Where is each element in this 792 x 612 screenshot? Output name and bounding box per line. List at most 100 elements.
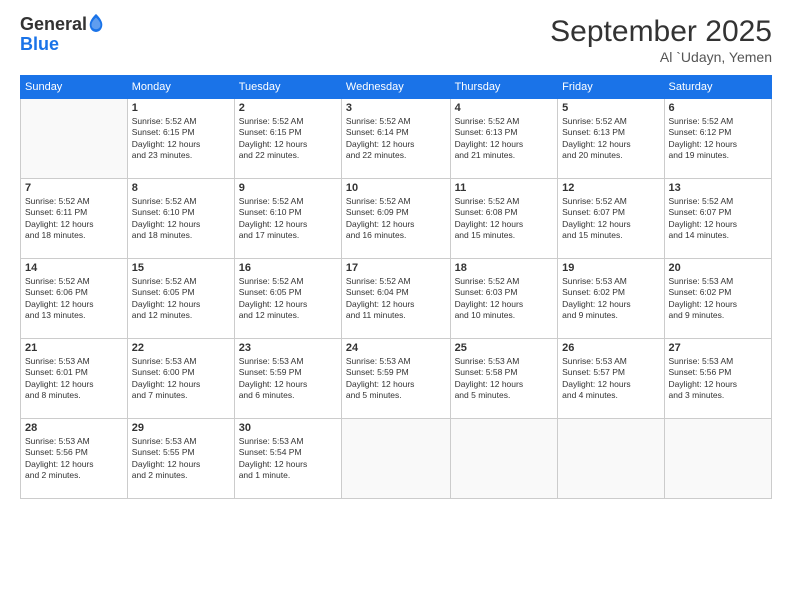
day-info: Sunrise: 5:52 AM Sunset: 6:07 PM Dayligh… (669, 196, 767, 242)
day-number: 16 (239, 262, 337, 274)
calendar-cell: 25 Sunrise: 5:53 AM Sunset: 5:58 PM Dayli… (450, 339, 558, 419)
calendar-cell: 19 Sunrise: 5:53 AM Sunset: 6:02 PM Dayli… (558, 259, 664, 339)
calendar-cell: 16Sunrise: 5:52 AM Sunset: 6:05 PM Dayli… (234, 259, 341, 339)
col-thursday: Thursday (450, 76, 558, 99)
day-number: 17 (346, 262, 446, 274)
day-info: Sunrise: 5:52 AM Sunset: 6:08 PM Dayligh… (455, 196, 554, 242)
day-number: 15 (132, 262, 230, 274)
day-info: Sunrise: 5:53 AM Sunset: 6:01 PM Dayligh… (25, 356, 123, 402)
calendar-cell: 2 Sunrise: 5:52 AM Sunset: 6:15 PM Daylig… (234, 99, 341, 179)
day-number: 21 (25, 342, 123, 354)
day-info: Sunrise: 5:52 AM Sunset: 6:10 PM Dayligh… (132, 196, 230, 242)
calendar-cell: 15 Sunrise: 5:52 AM Sunset: 6:05 PM Dayli… (127, 259, 234, 339)
day-number: 3 (346, 102, 446, 114)
col-tuesday: Tuesday (234, 76, 341, 99)
day-info: Sunrise: 5:52 AM Sunset: 6:12 PM Dayligh… (669, 116, 767, 162)
day-info: Sunrise: 5:53 AM Sunset: 6:02 PM Dayligh… (669, 276, 767, 322)
day-number: 8 (132, 182, 230, 194)
calendar-cell: 26 Sunrise: 5:53 AM Sunset: 5:57 PM Dayli… (558, 339, 664, 419)
week-row-2: 7 Sunrise: 5:52 AM Sunset: 6:11 PM Daylig… (21, 179, 772, 259)
day-number: 27 (669, 342, 767, 354)
location: Al `Udayn, Yemen (550, 49, 772, 65)
day-number: 18 (455, 262, 554, 274)
calendar-cell (558, 419, 664, 499)
day-info: Sunrise: 5:52 AM Sunset: 6:15 PM Dayligh… (132, 116, 230, 162)
col-friday: Friday (558, 76, 664, 99)
day-number: 30 (239, 422, 337, 434)
calendar-cell (664, 419, 771, 499)
page: General Blue September 2025 Al `Udayn, Y… (0, 0, 792, 612)
day-info: Sunrise: 5:53 AM Sunset: 5:57 PM Dayligh… (562, 356, 659, 402)
day-number: 5 (562, 102, 659, 114)
col-sunday: Sunday (21, 76, 128, 99)
logo-blue: Blue (20, 34, 59, 54)
day-number: 24 (346, 342, 446, 354)
day-info: Sunrise: 5:52 AM Sunset: 6:09 PM Dayligh… (346, 196, 446, 242)
col-monday: Monday (127, 76, 234, 99)
day-info: Sunrise: 5:53 AM Sunset: 5:56 PM Dayligh… (669, 356, 767, 402)
day-number: 26 (562, 342, 659, 354)
logo-text: General Blue (20, 15, 103, 55)
calendar-cell: 30 Sunrise: 5:53 AM Sunset: 5:54 PM Dayli… (234, 419, 341, 499)
day-number: 25 (455, 342, 554, 354)
week-row-3: 14 Sunrise: 5:52 AM Sunset: 6:06 PM Dayli… (21, 259, 772, 339)
day-info: Sunrise: 5:52 AM Sunset: 6:04 PM Dayligh… (346, 276, 446, 322)
calendar-cell: 5Sunrise: 5:52 AM Sunset: 6:13 PM Daylig… (558, 99, 664, 179)
day-info: Sunrise: 5:52 AM Sunset: 6:11 PM Dayligh… (25, 196, 123, 242)
day-info: Sunrise: 5:52 AM Sunset: 6:06 PM Dayligh… (25, 276, 123, 322)
day-number: 9 (239, 182, 337, 194)
day-number: 23 (239, 342, 337, 354)
month-title: September 2025 (550, 15, 772, 49)
logo-icon (89, 14, 103, 32)
day-info: Sunrise: 5:53 AM Sunset: 5:55 PM Dayligh… (132, 436, 230, 482)
calendar-cell: 11 Sunrise: 5:52 AM Sunset: 6:08 PM Dayli… (450, 179, 558, 259)
calendar-cell: 22Sunrise: 5:53 AM Sunset: 6:00 PM Dayli… (127, 339, 234, 419)
day-info: Sunrise: 5:53 AM Sunset: 5:54 PM Dayligh… (239, 436, 337, 482)
day-number: 22 (132, 342, 230, 354)
calendar-cell: 14 Sunrise: 5:52 AM Sunset: 6:06 PM Dayli… (21, 259, 128, 339)
day-number: 13 (669, 182, 767, 194)
calendar-header-row: Sunday Monday Tuesday Wednesday Thursday… (21, 76, 772, 99)
day-number: 12 (562, 182, 659, 194)
day-number: 7 (25, 182, 123, 194)
calendar-cell: 8 Sunrise: 5:52 AM Sunset: 6:10 PM Daylig… (127, 179, 234, 259)
day-number: 4 (455, 102, 554, 114)
week-row-1: 1Sunrise: 5:52 AM Sunset: 6:15 PM Daylig… (21, 99, 772, 179)
calendar-cell: 3 Sunrise: 5:52 AM Sunset: 6:14 PM Daylig… (341, 99, 450, 179)
calendar-cell: 27 Sunrise: 5:53 AM Sunset: 5:56 PM Dayli… (664, 339, 771, 419)
calendar-cell: 28Sunrise: 5:53 AM Sunset: 5:56 PM Dayli… (21, 419, 128, 499)
title-block: September 2025 Al `Udayn, Yemen (550, 15, 772, 65)
calendar-cell: 1Sunrise: 5:52 AM Sunset: 6:15 PM Daylig… (127, 99, 234, 179)
day-number: 19 (562, 262, 659, 274)
day-info: Sunrise: 5:53 AM Sunset: 5:59 PM Dayligh… (239, 356, 337, 402)
day-number: 14 (25, 262, 123, 274)
logo: General Blue (20, 15, 103, 55)
calendar-cell: 13 Sunrise: 5:52 AM Sunset: 6:07 PM Dayli… (664, 179, 771, 259)
week-row-4: 21 Sunrise: 5:53 AM Sunset: 6:01 PM Dayli… (21, 339, 772, 419)
day-info: Sunrise: 5:52 AM Sunset: 6:03 PM Dayligh… (455, 276, 554, 322)
day-info: Sunrise: 5:52 AM Sunset: 6:15 PM Dayligh… (239, 116, 337, 162)
calendar-cell: 29Sunrise: 5:53 AM Sunset: 5:55 PM Dayli… (127, 419, 234, 499)
day-number: 6 (669, 102, 767, 114)
calendar-cell: 21 Sunrise: 5:53 AM Sunset: 6:01 PM Dayli… (21, 339, 128, 419)
calendar-cell: 12 Sunrise: 5:52 AM Sunset: 6:07 PM Dayli… (558, 179, 664, 259)
day-info: Sunrise: 5:53 AM Sunset: 5:58 PM Dayligh… (455, 356, 554, 402)
day-number: 2 (239, 102, 337, 114)
day-info: Sunrise: 5:53 AM Sunset: 6:02 PM Dayligh… (562, 276, 659, 322)
day-info: Sunrise: 5:53 AM Sunset: 5:59 PM Dayligh… (346, 356, 446, 402)
calendar-cell: 4 Sunrise: 5:52 AM Sunset: 6:13 PM Daylig… (450, 99, 558, 179)
day-info: Sunrise: 5:53 AM Sunset: 5:56 PM Dayligh… (25, 436, 123, 482)
week-row-5: 28Sunrise: 5:53 AM Sunset: 5:56 PM Dayli… (21, 419, 772, 499)
col-wednesday: Wednesday (341, 76, 450, 99)
day-info: Sunrise: 5:52 AM Sunset: 6:07 PM Dayligh… (562, 196, 659, 242)
day-info: Sunrise: 5:52 AM Sunset: 6:13 PM Dayligh… (455, 116, 554, 162)
calendar-cell: 24 Sunrise: 5:53 AM Sunset: 5:59 PM Dayli… (341, 339, 450, 419)
day-info: Sunrise: 5:52 AM Sunset: 6:14 PM Dayligh… (346, 116, 446, 162)
day-info: Sunrise: 5:52 AM Sunset: 6:05 PM Dayligh… (132, 276, 230, 322)
calendar-cell (341, 419, 450, 499)
calendar-cell: 9Sunrise: 5:52 AM Sunset: 6:10 PM Daylig… (234, 179, 341, 259)
col-saturday: Saturday (664, 76, 771, 99)
calendar-cell: 10Sunrise: 5:52 AM Sunset: 6:09 PM Dayli… (341, 179, 450, 259)
day-number: 20 (669, 262, 767, 274)
day-number: 11 (455, 182, 554, 194)
